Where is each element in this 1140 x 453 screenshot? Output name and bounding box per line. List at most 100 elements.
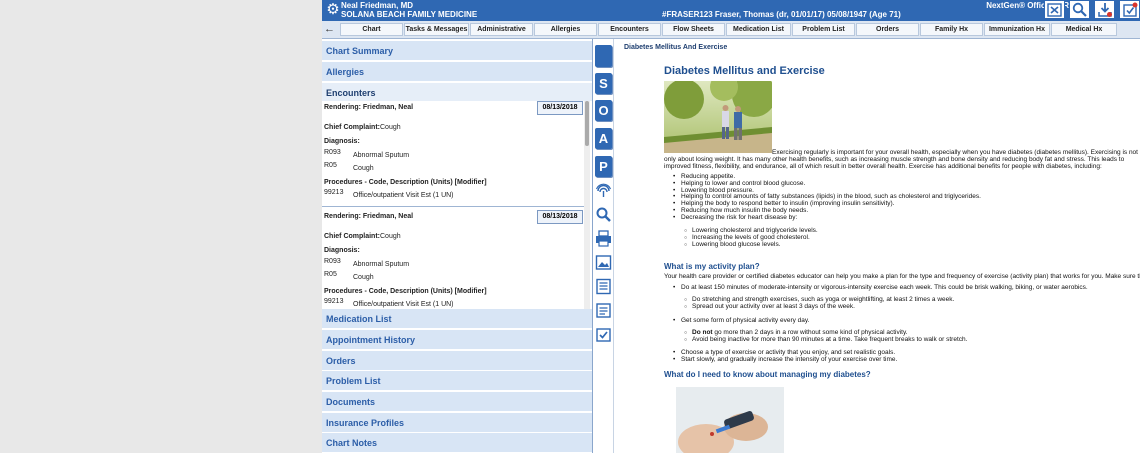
document-icon[interactable] <box>595 278 612 295</box>
section-insurance-profiles[interactable]: Insurance Profiles <box>322 413 592 433</box>
benefits-list: Reducing appetite. Helping to lower and … <box>671 173 1131 222</box>
checkbox-icon[interactable] <box>595 326 612 343</box>
tab-tasks-messages[interactable]: Tasks & Messages <box>404 23 469 36</box>
soap-o-button[interactable]: O <box>595 100 612 121</box>
article-title: Diabetes Mellitus and Exercise <box>664 65 825 77</box>
section-medication-list[interactable]: Medication List <box>322 309 592 329</box>
plan-sub-list: Do stretching and strength exercises, su… <box>682 296 1132 311</box>
section-problem-list[interactable]: Problem List <box>322 371 592 391</box>
proc-code: 99213 <box>324 298 344 305</box>
patient-education-panel: Diabetes Mellitus And Exercise Diabetes … <box>614 39 1140 453</box>
gear-icon[interactable]: ⚙ <box>325 2 341 18</box>
paragraph: Your health care provider or certified d… <box>664 273 1140 280</box>
fingerprint-icon[interactable] <box>595 182 612 199</box>
list-item: Get some form of physical activity every… <box>671 317 1136 325</box>
section-chart-notes[interactable]: Chart Notes <box>322 433 592 453</box>
tab-medication-list[interactable]: Medication List <box>726 23 791 36</box>
tab-flow-sheets[interactable]: Flow Sheets <box>662 23 725 36</box>
dx-desc: Cough <box>353 165 374 172</box>
proc-code: 99213 <box>324 189 344 196</box>
encounter-rendering: Rendering: Friedman, Neal <box>324 104 414 111</box>
tab-encounters[interactable]: Encounters <box>598 23 661 36</box>
chart-navigator: Chart Summary Allergies Encounters Rende… <box>322 39 593 453</box>
plan-sub-list: Do not go more than 2 days in a row with… <box>682 329 1132 344</box>
tab-chart[interactable]: Chart <box>340 23 403 36</box>
couple-walking-photo <box>664 81 772 153</box>
proc-desc: Office/outpatient Visit Est (1 UN) <box>353 192 454 199</box>
section-encounters[interactable]: Encounters <box>322 83 592 103</box>
list-item: Lowering blood glucose levels. <box>682 241 1132 249</box>
section-allergies[interactable]: Allergies <box>322 62 592 82</box>
tab-administrative[interactable]: Administrative <box>470 23 533 36</box>
diagnosis-label: Diagnosis: <box>324 138 360 145</box>
note-icon[interactable] <box>595 302 612 319</box>
encounter-divider <box>322 206 584 207</box>
glucose-meter-photo <box>676 387 784 453</box>
proc-desc: Office/outpatient Visit Est (1 UN) <box>353 301 454 308</box>
close-icon <box>1047 2 1062 17</box>
chief-complaint-value: Cough <box>380 233 401 240</box>
search-button[interactable] <box>1069 0 1090 19</box>
encounter-date[interactable]: 08/13/2018 <box>537 210 583 224</box>
encounter-list: Rendering: Friedman, Neal 08/13/2018 Chi… <box>322 101 592 311</box>
tasks-button[interactable] <box>1119 0 1140 19</box>
list-item: Spread out your activity over at least 3… <box>682 303 1132 311</box>
breadcrumb: Diabetes Mellitus And Exercise <box>624 44 728 51</box>
tab-orders[interactable]: Orders <box>856 23 919 36</box>
heart-risk-list: Lowering cholesterol and triglyceride le… <box>682 227 1132 249</box>
scrollbar-thumb[interactable] <box>585 101 589 146</box>
download-button[interactable] <box>1094 0 1115 19</box>
section-heading: What is my activity plan? <box>664 262 760 271</box>
ehr-window: ⚙ Neal Friedman, MD SOLANA BEACH FAMILY … <box>322 0 1140 453</box>
list-item: Start slowly, and gradually increase the… <box>671 356 1136 364</box>
tab-allergies[interactable]: Allergies <box>534 23 597 36</box>
encounter-date[interactable]: 08/13/2018 <box>537 101 583 115</box>
image-icon[interactable] <box>595 254 612 271</box>
provider-info: Neal Friedman, MD SOLANA BEACH FAMILY ME… <box>341 1 477 19</box>
article-intro: Exercising regularly is important for yo… <box>664 149 1138 170</box>
diagnosis-label: Diagnosis: <box>324 247 360 254</box>
close-button[interactable] <box>1044 0 1065 19</box>
practice-name: SOLANA BEACH FAMILY MEDICINE <box>341 10 478 19</box>
chief-complaint-label: Chief Complaint: <box>324 124 380 131</box>
encounter-scrollbar[interactable] <box>584 101 590 311</box>
plan-list: Choose a type of exercise or activity th… <box>671 349 1136 364</box>
dx-desc: Abnormal Sputum <box>353 152 410 159</box>
dx-code: R093 <box>324 258 341 265</box>
soap-p-button[interactable]: P <box>595 156 612 177</box>
plan-list: Do at least 150 minutes of moderate-inte… <box>671 284 1136 292</box>
section-documents[interactable]: Documents <box>322 392 592 412</box>
list-item: Do at least 150 minutes of moderate-inte… <box>671 284 1136 292</box>
chart-tab-bar: ← Chart Tasks & Messages Administrative … <box>322 21 1140 39</box>
app-header: ⚙ Neal Friedman, MD SOLANA BEACH FAMILY … <box>322 0 1140 21</box>
emphasis: Do not <box>692 329 713 336</box>
soap-s-button[interactable]: S <box>595 73 612 94</box>
tab-immunization-hx[interactable]: Immunization Hx <box>984 23 1050 36</box>
section-orders[interactable]: Orders <box>322 351 592 371</box>
soap-a-button[interactable]: A <box>595 128 612 149</box>
procedures-label: Procedures - Code, Description (Units) [… <box>324 179 487 186</box>
checklist-icon <box>1122 2 1137 17</box>
section-heading: What do I need to know about managing my… <box>664 370 871 379</box>
provider-name: Neal Friedman, MD <box>341 1 414 10</box>
tab-problem-list[interactable]: Problem List <box>792 23 855 36</box>
section-appointment-history[interactable]: Appointment History <box>322 330 592 350</box>
dx-code: R05 <box>324 162 337 169</box>
search-icon <box>1072 2 1087 17</box>
dx-code: R05 <box>324 271 337 278</box>
soap-header-block <box>595 45 612 67</box>
printer-icon[interactable] <box>595 230 612 247</box>
magnifier-icon[interactable] <box>595 206 612 223</box>
tab-medical-hx[interactable]: Medical Hx <box>1051 23 1117 36</box>
encounter-rendering: Rendering: Friedman, Neal <box>324 213 414 220</box>
tab-family-hx[interactable]: Family Hx <box>920 23 983 36</box>
patient-line: #FRASER123 Fraser, Thomas (dr, 01/01/17)… <box>662 10 901 19</box>
chief-complaint-value: Cough <box>380 124 401 131</box>
list-item: Avoid being inactive for more than 90 mi… <box>682 336 1132 344</box>
soap-toolbar: S O A P <box>593 39 614 453</box>
plan-list: Get some form of physical activity every… <box>671 317 1136 325</box>
back-arrow-icon[interactable]: ← <box>324 23 336 35</box>
section-chart-summary[interactable]: Chart Summary <box>322 41 592 61</box>
dx-desc: Cough <box>353 274 374 281</box>
header-buttons <box>1040 0 1140 21</box>
